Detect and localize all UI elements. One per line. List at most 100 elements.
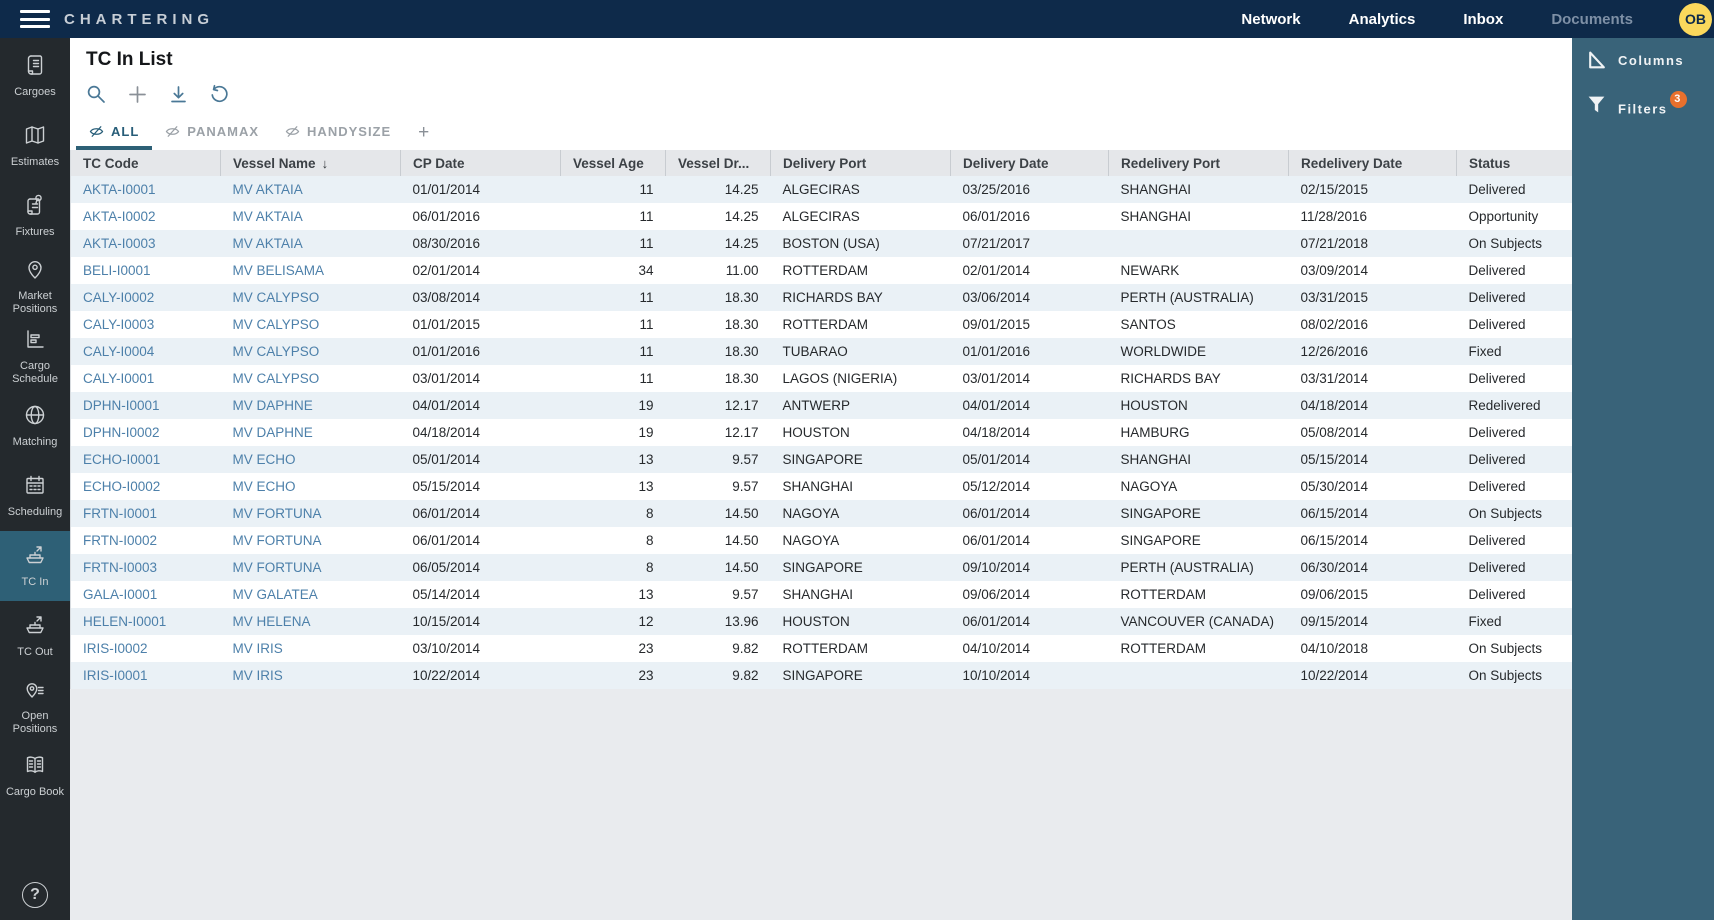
sidebar-item-tc-in[interactable]: TC In bbox=[0, 531, 70, 601]
cell-vessel-name[interactable]: MV DAPHNE bbox=[221, 419, 401, 446]
search-icon[interactable] bbox=[84, 82, 108, 106]
cell-tc-code[interactable]: ECHO-I0002 bbox=[71, 473, 221, 500]
cell-tc-code[interactable]: IRIS-I0001 bbox=[71, 662, 221, 689]
nav-link-inbox[interactable]: Inbox bbox=[1463, 11, 1503, 28]
cell-tc-code[interactable]: AKTA-I0002 bbox=[71, 203, 221, 230]
cell-tc-code[interactable]: FRTN-I0003 bbox=[71, 554, 221, 581]
cell-tc-code[interactable]: GALA-I0001 bbox=[71, 581, 221, 608]
user-avatar[interactable]: OB bbox=[1679, 3, 1712, 36]
cell-vessel-name[interactable]: MV HELENA bbox=[221, 608, 401, 635]
column-header-tc-code[interactable]: TC Code bbox=[71, 150, 221, 176]
filters-button[interactable]: Filters3 bbox=[1586, 94, 1714, 120]
cell-vessel-name[interactable]: MV CALYPSO bbox=[221, 311, 401, 338]
cell-tc-code[interactable]: ECHO-I0001 bbox=[71, 446, 221, 473]
cell-vessel-name[interactable]: MV FORTUNA bbox=[221, 527, 401, 554]
sidebar-item-matching[interactable]: Matching bbox=[0, 391, 70, 461]
sidebar-item-open-positions[interactable]: Open Positions bbox=[0, 671, 70, 741]
table-row[interactable]: AKTA-I0001MV AKTAIA01/01/20141114.25ALGE… bbox=[71, 176, 1573, 203]
cell-tc-code[interactable]: CALY-I0003 bbox=[71, 311, 221, 338]
add-tab-icon[interactable]: + bbox=[404, 120, 443, 150]
table-row[interactable]: AKTA-I0002MV AKTAIA06/01/20161114.25ALGE… bbox=[71, 203, 1573, 230]
cell-redelivery-port: VANCOUVER (CANADA) bbox=[1109, 608, 1289, 635]
sidebar-item-scheduling[interactable]: Scheduling bbox=[0, 461, 70, 531]
cell-vessel-name[interactable]: MV BELISAMA bbox=[221, 257, 401, 284]
sidebar-item-cargo-book[interactable]: Cargo Book bbox=[0, 741, 70, 811]
table-row[interactable]: GALA-I0001MV GALATEA05/14/2014139.57SHAN… bbox=[71, 581, 1573, 608]
nav-link-analytics[interactable]: Analytics bbox=[1349, 11, 1416, 28]
table-row[interactable]: AKTA-I0003MV AKTAIA08/30/20161114.25BOST… bbox=[71, 230, 1573, 257]
table-row[interactable]: DPHN-I0001MV DAPHNE04/01/20141912.17ANTW… bbox=[71, 392, 1573, 419]
sidebar-item-market-positions[interactable]: Market Positions bbox=[0, 251, 70, 321]
column-header-delivery-date[interactable]: Delivery Date bbox=[951, 150, 1109, 176]
cell-vessel-name[interactable]: MV CALYPSO bbox=[221, 365, 401, 392]
table-row[interactable]: CALY-I0003MV CALYPSO01/01/20151118.30ROT… bbox=[71, 311, 1573, 338]
export-download-icon[interactable] bbox=[166, 82, 190, 106]
sidebar-item-cargo-schedule[interactable]: Cargo Schedule bbox=[0, 321, 70, 391]
cell-tc-code[interactable]: DPHN-I0002 bbox=[71, 419, 221, 446]
cell-vessel-name[interactable]: MV CALYPSO bbox=[221, 284, 401, 311]
cell-tc-code[interactable]: FRTN-I0002 bbox=[71, 527, 221, 554]
table-row[interactable]: CALY-I0004MV CALYPSO01/01/20161118.30TUB… bbox=[71, 338, 1573, 365]
cell-tc-code[interactable]: DPHN-I0001 bbox=[71, 392, 221, 419]
cell-delivery-date: 04/10/2014 bbox=[951, 635, 1109, 662]
table-row[interactable]: HELEN-I0001MV HELENA10/15/20141213.96HOU… bbox=[71, 608, 1573, 635]
table-row[interactable]: FRTN-I0003MV FORTUNA06/05/2014814.50SING… bbox=[71, 554, 1573, 581]
table-row[interactable]: CALY-I0002MV CALYPSO03/08/20141118.30RIC… bbox=[71, 284, 1573, 311]
columns-button[interactable]: Columns bbox=[1586, 50, 1714, 76]
nav-link-network[interactable]: Network bbox=[1241, 11, 1300, 28]
column-header-vessel-dr[interactable]: Vessel Dr... bbox=[666, 150, 771, 176]
sidebar-item-fixtures[interactable]: Fixtures bbox=[0, 181, 70, 251]
eye-off-icon bbox=[165, 125, 180, 138]
tab-panamax[interactable]: PANAMAX bbox=[152, 118, 272, 150]
table-row[interactable]: ECHO-I0002MV ECHO05/15/2014139.57SHANGHA… bbox=[71, 473, 1573, 500]
add-icon[interactable] bbox=[125, 82, 149, 106]
tab-handysize[interactable]: HANDYSIZE bbox=[272, 118, 404, 150]
cell-vessel-dr: 14.25 bbox=[666, 230, 771, 257]
table-row[interactable]: DPHN-I0002MV DAPHNE04/18/20141912.17HOUS… bbox=[71, 419, 1573, 446]
table-row[interactable]: FRTN-I0001MV FORTUNA06/01/2014814.50NAGO… bbox=[71, 500, 1573, 527]
cell-tc-code[interactable]: AKTA-I0003 bbox=[71, 230, 221, 257]
sidebar-item-estimates[interactable]: Estimates bbox=[0, 111, 70, 181]
column-header-redelivery-date[interactable]: Redelivery Date bbox=[1289, 150, 1457, 176]
cell-redelivery-date: 12/26/2016 bbox=[1289, 338, 1457, 365]
nav-link-documents[interactable]: Documents bbox=[1551, 11, 1633, 28]
column-header-vessel-age[interactable]: Vessel Age bbox=[561, 150, 666, 176]
column-header-status[interactable]: Status bbox=[1457, 150, 1573, 176]
column-header-cp-date[interactable]: CP Date bbox=[401, 150, 561, 176]
cell-tc-code[interactable]: FRTN-I0001 bbox=[71, 500, 221, 527]
cell-tc-code[interactable]: IRIS-I0002 bbox=[71, 635, 221, 662]
hamburger-menu-icon[interactable] bbox=[20, 10, 50, 28]
cell-tc-code[interactable]: AKTA-I0001 bbox=[71, 176, 221, 203]
cell-tc-code[interactable]: CALY-I0004 bbox=[71, 338, 221, 365]
cell-vessel-name[interactable]: MV AKTAIA bbox=[221, 176, 401, 203]
table-row[interactable]: ECHO-I0001MV ECHO05/01/2014139.57SINGAPO… bbox=[71, 446, 1573, 473]
cell-vessel-name[interactable]: MV FORTUNA bbox=[221, 554, 401, 581]
tab-all[interactable]: ALL bbox=[76, 118, 152, 150]
cell-vessel-name[interactable]: MV CALYPSO bbox=[221, 338, 401, 365]
table-row[interactable]: IRIS-I0002MV IRIS03/10/2014239.82ROTTERD… bbox=[71, 635, 1573, 662]
cell-vessel-name[interactable]: MV DAPHNE bbox=[221, 392, 401, 419]
cell-vessel-name[interactable]: MV FORTUNA bbox=[221, 500, 401, 527]
column-header-redelivery-port[interactable]: Redelivery Port bbox=[1109, 150, 1289, 176]
table-row[interactable]: FRTN-I0002MV FORTUNA06/01/2014814.50NAGO… bbox=[71, 527, 1573, 554]
help-icon[interactable]: ? bbox=[22, 882, 48, 908]
cell-vessel-name[interactable]: MV AKTAIA bbox=[221, 230, 401, 257]
sidebar-item-cargoes[interactable]: Cargoes bbox=[0, 41, 70, 111]
table-row[interactable]: BELI-I0001MV BELISAMA02/01/20143411.00RO… bbox=[71, 257, 1573, 284]
column-header-vessel-name[interactable]: Vessel Name↓ bbox=[221, 150, 401, 176]
cell-tc-code[interactable]: BELI-I0001 bbox=[71, 257, 221, 284]
reset-undo-icon[interactable] bbox=[207, 82, 231, 106]
cell-vessel-name[interactable]: MV ECHO bbox=[221, 473, 401, 500]
table-row[interactable]: CALY-I0001MV CALYPSO03/01/20141118.30LAG… bbox=[71, 365, 1573, 392]
cell-vessel-name[interactable]: MV GALATEA bbox=[221, 581, 401, 608]
cell-vessel-name[interactable]: MV AKTAIA bbox=[221, 203, 401, 230]
column-header-delivery-port[interactable]: Delivery Port bbox=[771, 150, 951, 176]
table-row[interactable]: IRIS-I0001MV IRIS10/22/2014239.82SINGAPO… bbox=[71, 662, 1573, 689]
cell-tc-code[interactable]: HELEN-I0001 bbox=[71, 608, 221, 635]
cell-vessel-name[interactable]: MV IRIS bbox=[221, 662, 401, 689]
cell-vessel-name[interactable]: MV IRIS bbox=[221, 635, 401, 662]
cell-tc-code[interactable]: CALY-I0002 bbox=[71, 284, 221, 311]
sidebar-item-tc-out[interactable]: TC Out bbox=[0, 601, 70, 671]
cell-vessel-name[interactable]: MV ECHO bbox=[221, 446, 401, 473]
cell-tc-code[interactable]: CALY-I0001 bbox=[71, 365, 221, 392]
